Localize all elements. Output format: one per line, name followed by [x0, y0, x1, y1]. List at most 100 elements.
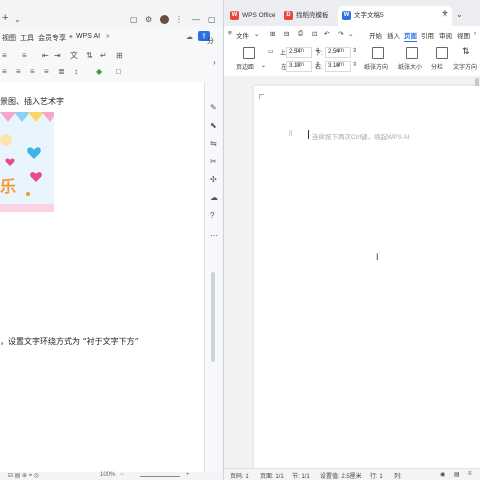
status-page-number[interactable]: 页码: 1	[230, 471, 249, 480]
stepper-icon[interactable]: ⇕	[352, 61, 357, 68]
page-size-button[interactable]: 纸张大小	[398, 62, 422, 71]
orientation-button[interactable]: 纸张方向	[364, 62, 388, 71]
text-direction-icon[interactable]: ⇅	[462, 46, 470, 57]
shading-icon[interactable]: ◆	[96, 68, 102, 76]
doc-line-1: 景图、插入艺术字	[0, 97, 64, 106]
settings-icon[interactable]: ⚙	[145, 16, 152, 24]
redo-icon[interactable]: ↷	[338, 30, 343, 38]
word-art-image[interactable]: 乐	[0, 112, 54, 212]
chevron-down-icon[interactable]: ⌄	[14, 16, 21, 24]
wps-logo-icon: W	[230, 11, 239, 20]
unit-label: cm	[296, 62, 304, 68]
status-section[interactable]: 节: 1/1	[292, 471, 310, 480]
pen-icon[interactable]: ✎	[210, 104, 217, 112]
tab-template-label: 找稻壳模板	[296, 12, 329, 19]
distribute-icon[interactable]: ≣	[58, 68, 65, 76]
eye-icon[interactable]: ◉	[440, 471, 445, 478]
align-left-icon[interactable]: ≡	[2, 68, 7, 76]
chinese-layout-icon[interactable]: 文	[70, 52, 78, 60]
outline-view-icon[interactable]: ≡	[468, 471, 472, 477]
align-right-icon[interactable]: ≡	[30, 68, 35, 76]
adjust-icon[interactable]: ⇋	[210, 140, 217, 148]
drag-handle-icon[interactable]: ⠿	[288, 130, 293, 138]
outdent-icon[interactable]: ⇤	[42, 52, 49, 60]
cloud-icon[interactable]: ☁	[186, 33, 193, 41]
menu-tools[interactable]: 工具	[20, 33, 34, 43]
save-icon[interactable]: ⊞	[270, 30, 275, 38]
margin-corner-marker	[259, 94, 264, 99]
preview-icon[interactable]: ⊡	[312, 30, 317, 38]
writer-logo-icon: W	[342, 11, 351, 20]
menu-view[interactable]: 视图	[2, 33, 16, 43]
sort-icon[interactable]: ⇅	[86, 52, 93, 60]
menu-wps-ai[interactable]: WPS AI	[76, 33, 100, 40]
menu-reference[interactable]: 引用	[421, 30, 434, 40]
help-icon[interactable]: ?	[210, 212, 214, 220]
show-marks-icon[interactable]: ↵	[100, 52, 107, 60]
search-icon[interactable]: ⌕	[106, 33, 110, 41]
chevron-right-icon[interactable]: ›	[213, 59, 216, 67]
menu-insert[interactable]: 插入	[387, 30, 400, 40]
stepper-icon[interactable]: ⇕	[352, 47, 357, 54]
zoom-level: 100%	[100, 472, 116, 478]
new-tab-icon[interactable]: +	[442, 8, 448, 19]
margins-icon[interactable]	[243, 47, 255, 59]
magic-icon[interactable]: ✣	[210, 176, 217, 184]
status-col[interactable]: 列:	[394, 471, 402, 480]
chevron-down-icon[interactable]: ⌄	[348, 30, 353, 38]
border-box-icon[interactable]: □	[116, 68, 121, 76]
indent-icon[interactable]: ⇥	[54, 52, 61, 60]
window-icon[interactable]: ▢	[130, 16, 138, 24]
zoom-out-icon[interactable]: −	[120, 472, 124, 478]
menu-view[interactable]: 视图	[457, 30, 470, 40]
more-menu-icon[interactable]: ›	[474, 30, 476, 37]
avatar[interactable]	[160, 15, 169, 24]
page-view-icon[interactable]: ▤	[454, 471, 460, 478]
left-scrollbar[interactable]	[211, 272, 215, 362]
align-center-icon[interactable]: ≡	[16, 68, 21, 76]
page-size-icon[interactable]	[406, 47, 418, 59]
undo-icon[interactable]: ↶	[324, 30, 329, 38]
orientation-icon[interactable]	[372, 47, 384, 59]
margins-button[interactable]: 页边距	[236, 62, 254, 71]
zoom-slider[interactable]	[140, 476, 180, 477]
right-margin-label: 右:	[315, 65, 323, 71]
menu-file[interactable]: 文件	[236, 30, 249, 40]
status-pages[interactable]: 页面: 1/1	[260, 471, 284, 480]
print-icon[interactable]: ⎙	[298, 30, 303, 38]
status-row[interactable]: 行: 1	[370, 471, 383, 480]
open-icon[interactable]: ⊟	[284, 30, 289, 38]
line-spacing-icon[interactable]: ↕	[74, 68, 78, 76]
maximize-icon[interactable]: ▢	[208, 16, 216, 24]
menu-page[interactable]: 页面	[404, 30, 417, 43]
tools-icon[interactable]: ✂	[210, 158, 217, 166]
more-icon[interactable]: ⋯	[210, 232, 218, 240]
columns-button[interactable]: 分栏	[431, 62, 443, 71]
zoom-in-icon[interactable]: +	[186, 472, 190, 478]
page-ribbon: 页边距 ⌄ ▭ 上: 2.54 cm ⇕ 下: 2.54 cm ⇕ 左: 3.1…	[224, 42, 480, 77]
minimize-icon[interactable]: —	[192, 16, 200, 24]
menu-start[interactable]: 开始	[369, 30, 382, 40]
share-button[interactable]: ⇪ 分享	[198, 31, 214, 55]
new-tab-icon[interactable]: +	[2, 13, 8, 24]
cloud-sync-icon[interactable]: ☁	[210, 194, 218, 202]
chevron-down-icon[interactable]: ⌄	[456, 10, 463, 19]
menu-review[interactable]: 审阅	[439, 30, 452, 40]
menu-member[interactable]: 会员专享	[38, 33, 66, 43]
document-page[interactable]: ⠿ 连续按下两次Ctrl键，唤起WPS AI I	[254, 86, 480, 468]
left-titlebar: + ⌄ ▢ ⚙ ⋮ — ▢	[0, 0, 222, 28]
columns-icon[interactable]	[436, 47, 448, 59]
bullet-list-icon[interactable]: ≡	[2, 52, 7, 60]
menu-icon[interactable]: ⋮	[175, 16, 183, 24]
text-direction-button[interactable]: 文字方向	[453, 62, 477, 71]
tab-document[interactable]: W 文字文稿5 ✕	[338, 6, 452, 26]
hamburger-icon[interactable]: ≡	[228, 30, 232, 37]
borders-icon[interactable]: ⊞	[116, 52, 123, 60]
justify-icon[interactable]: ≡	[44, 68, 49, 76]
left-margin-label: 左:	[281, 65, 289, 71]
chevron-down-icon[interactable]: ⌄	[254, 30, 259, 38]
cursor-select-icon[interactable]: ⬉	[210, 122, 217, 130]
view-icons[interactable]: ⊟ ▤ ⊕ ⌖ ◎	[8, 472, 39, 480]
status-settings[interactable]: 设置值: 2.5厘米	[320, 471, 362, 480]
numbered-list-icon[interactable]: ≡	[22, 52, 27, 60]
